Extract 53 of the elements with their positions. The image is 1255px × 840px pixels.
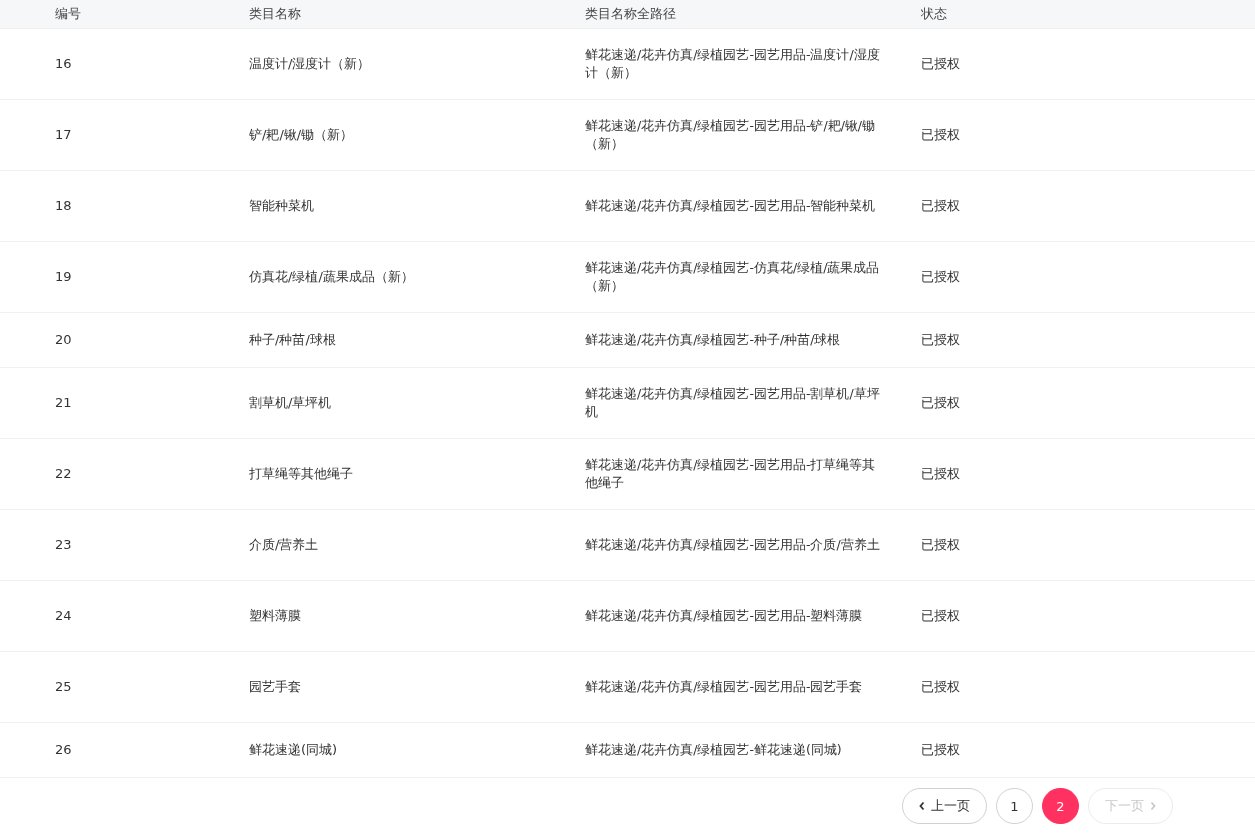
table-cell: 割草机/草坪机 bbox=[249, 395, 332, 410]
table-cell: 20 bbox=[55, 332, 72, 347]
page-button[interactable]: 1 bbox=[996, 788, 1033, 824]
chevron-left-icon bbox=[919, 801, 925, 811]
column-header: 类目名称全路径 bbox=[585, 5, 677, 23]
table-cell: 已授权 bbox=[921, 679, 960, 694]
table-cell: 18 bbox=[55, 198, 72, 213]
table-cell-text: 鲜花速递/花卉仿真/绿植园艺-园艺用品-智能种菜机 bbox=[585, 197, 877, 215]
table-cell: 已授权 bbox=[921, 332, 960, 347]
table-cell: 已授权 bbox=[921, 537, 960, 552]
table-cell: 已授权 bbox=[921, 269, 960, 284]
table-cell: 园艺手套 bbox=[249, 679, 301, 694]
table-cell: 打草绳等其他绳子 bbox=[249, 466, 353, 481]
table-cell: 已授权 bbox=[921, 395, 960, 410]
table-cell: 塑料薄膜 bbox=[249, 608, 301, 623]
table-cell: 温度计/湿度计（新） bbox=[249, 56, 371, 71]
table-cell-text: 鲜花速递/花卉仿真/绿植园艺-园艺用品-温度计/湿度计（新） bbox=[585, 46, 881, 82]
table-cell: 已授权 bbox=[921, 56, 960, 71]
table-cell-text: 鲜花速递/花卉仿真/绿植园艺-种子/种苗/球根 bbox=[585, 331, 842, 349]
table-cell-text: 鲜花速递/花卉仿真/绿植园艺-园艺用品-打草绳等其他绳子 bbox=[585, 456, 877, 492]
table-cell: 种子/种苗/球根 bbox=[249, 332, 336, 347]
table-cell: 智能种菜机 bbox=[249, 198, 314, 213]
table-cell: 仿真花/绿植/蔬果成品（新） bbox=[249, 269, 414, 284]
table-cell: 已授权 bbox=[921, 198, 960, 213]
table-cell-text: 鲜花速递/花卉仿真/绿植园艺-园艺用品-塑料薄膜 bbox=[585, 607, 864, 625]
table-cell: 鲜花速递(同城) bbox=[249, 742, 338, 757]
table-cell: 介质/营养土 bbox=[249, 537, 319, 552]
table-cell-text: 鲜花速递/花卉仿真/绿植园艺-鲜花速递(同城) bbox=[585, 741, 843, 759]
chevron-right-icon bbox=[1150, 801, 1156, 811]
table-cell-text: 鲜花速递/花卉仿真/绿植园艺-园艺用品-割草机/草坪机 bbox=[585, 385, 881, 421]
column-header: 状态 bbox=[921, 6, 947, 21]
table-cell-text: 鲜花速递/花卉仿真/绿植园艺-仿真花/绿植/蔬果成品（新） bbox=[585, 259, 881, 295]
previous-page-button[interactable]: 上一页 bbox=[902, 788, 987, 824]
table-cell-text: 鲜花速递/花卉仿真/绿植园艺-园艺用品-铲/耙/锹/锄（新） bbox=[585, 117, 877, 153]
table-cell: 25 bbox=[55, 679, 72, 694]
table-cell: 24 bbox=[55, 608, 72, 623]
table-cell: 26 bbox=[55, 742, 72, 757]
table-cell: 已授权 bbox=[921, 466, 960, 481]
table-cell: 17 bbox=[55, 127, 72, 142]
page-button[interactable]: 2 bbox=[1042, 788, 1079, 824]
table-cell: 19 bbox=[55, 269, 72, 284]
table-cell: 22 bbox=[55, 466, 72, 481]
column-header: 编号 bbox=[55, 6, 81, 21]
table-cell: 已授权 bbox=[921, 742, 960, 757]
table-cell: 铲/耙/锹/锄（新） bbox=[249, 127, 354, 142]
table-cell: 已授权 bbox=[921, 608, 960, 623]
table-cell: 21 bbox=[55, 395, 72, 410]
table-cell: 已授权 bbox=[921, 127, 960, 142]
table-cell-text: 鲜花速递/花卉仿真/绿植园艺-园艺用品-介质/营养土 bbox=[585, 536, 881, 554]
table-cell: 16 bbox=[55, 56, 72, 71]
table-cell-text: 鲜花速递/花卉仿真/绿植园艺-园艺用品-园艺手套 bbox=[585, 678, 864, 696]
column-header: 类目名称 bbox=[249, 6, 301, 21]
table-cell: 23 bbox=[55, 537, 72, 552]
